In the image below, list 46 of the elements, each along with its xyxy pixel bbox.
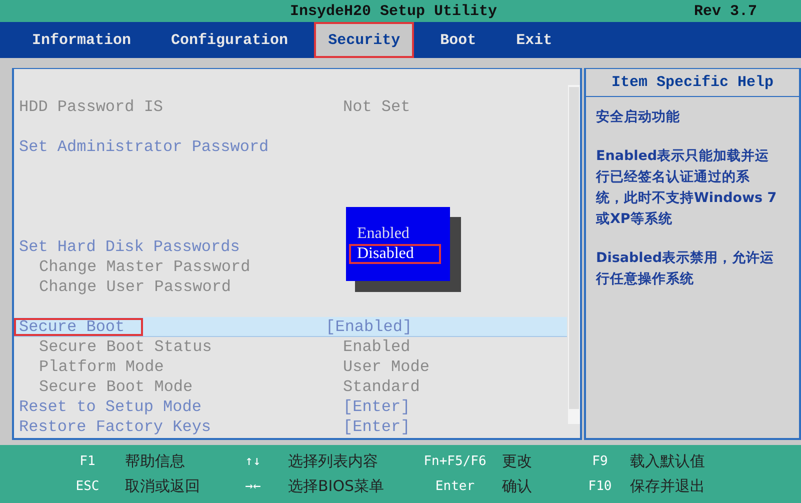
key-action: 选择列表内容: [287, 452, 379, 471]
scrollbar[interactable]: [568, 85, 580, 424]
menu-tab[interactable]: Exit: [502, 22, 566, 58]
setting-label: Restore Factory Keys: [18, 418, 212, 436]
revision-label: Rev 3.7: [694, 2, 757, 20]
popup-option[interactable]: Disabled: [349, 244, 441, 264]
setting-value: Enabled: [343, 338, 410, 356]
setting-value: [Enter]: [343, 418, 410, 436]
help-title: Item Specific Help: [586, 69, 799, 97]
key-action: 保存并退出: [629, 477, 706, 496]
window-title: InsydeH20 Setup Utility: [290, 2, 498, 20]
setting-label: Reset to Setup Mode: [18, 398, 202, 416]
setting-value: [Enabled]: [326, 318, 412, 336]
setting-value: [Enter]: [343, 398, 410, 416]
menu-tab[interactable]: Information: [18, 22, 146, 58]
key-label: Fn+F5/F6: [422, 454, 488, 469]
setting-label: Secure Boot: [14, 318, 143, 336]
setting-label: Platform Mode: [38, 358, 165, 376]
setting-label: Secure Boot Status: [38, 338, 213, 356]
key-label: F1: [78, 454, 96, 469]
key-label: →←: [244, 479, 262, 494]
help-text: Disabled表示禁用，允许运行任意操作系统: [596, 249, 776, 289]
key-label: F10: [587, 479, 613, 494]
key-action: 更改: [501, 452, 533, 471]
key-action: 选择BIOS菜单: [287, 477, 386, 496]
menu-tab[interactable]: Security: [314, 22, 414, 58]
help-text: Enabled表示只能加载并运行已经签名认证通过的系统，此时不支持Windows 7或XP等系统: [596, 147, 777, 229]
key-label: F9: [591, 454, 609, 469]
key-action: 确认: [501, 477, 533, 496]
help-text: 安全启动功能: [596, 108, 681, 127]
setting-value: Not Set: [343, 98, 410, 116]
setting-value: User Mode: [343, 358, 430, 376]
setting-label: HDD Password IS: [18, 98, 164, 116]
setting-label: Change Master Password: [38, 258, 252, 276]
key-label: ↑↓: [244, 454, 262, 469]
key-label: ESC: [74, 479, 100, 494]
popup-option[interactable]: Enabled: [349, 224, 441, 244]
setting-label: Change User Password: [38, 278, 232, 296]
setting-value: Standard: [343, 378, 420, 396]
key-label: Enter: [434, 479, 476, 494]
menu-tab[interactable]: Configuration: [157, 22, 302, 58]
key-action: 取消或返回: [124, 477, 201, 496]
setting-label: Secure Boot Mode: [38, 378, 194, 396]
menu-tab[interactable]: Boot: [426, 22, 490, 58]
key-action: 载入默认值: [629, 452, 706, 471]
key-action: 帮助信息: [124, 452, 186, 471]
